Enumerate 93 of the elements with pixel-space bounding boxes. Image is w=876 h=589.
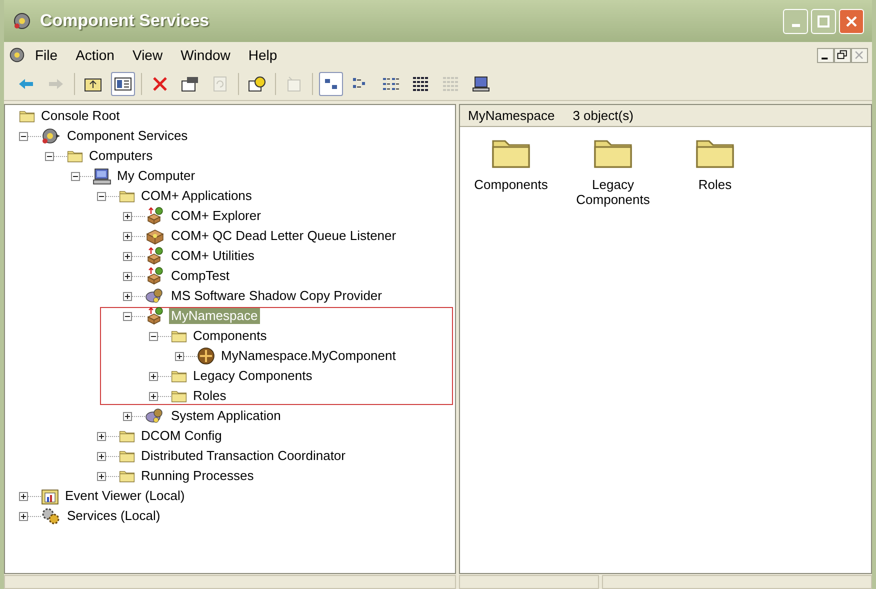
tree-item[interactable]: Running Processes (139, 468, 256, 484)
expand-icon[interactable] (123, 292, 132, 300)
tree-item[interactable]: COM+ Utilities (169, 248, 256, 264)
tree-item[interactable]: CompTest (169, 268, 232, 284)
package-icon (145, 207, 165, 225)
tree-item[interactable]: Services (Local) (65, 508, 162, 524)
gear-package-icon (145, 407, 165, 425)
collapse-icon[interactable] (149, 332, 158, 340)
tree-item[interactable]: Computers (87, 148, 155, 164)
tree-item[interactable]: Event Viewer (Local) (63, 488, 187, 504)
expand-icon[interactable] (123, 232, 132, 240)
help-icon (248, 76, 266, 92)
tree-item[interactable]: MS Software Shadow Copy Provider (169, 288, 384, 304)
expand-icon[interactable] (149, 392, 158, 400)
object-count: 3 object(s) (572, 106, 634, 125)
expand-icon[interactable] (123, 252, 132, 260)
details-view-icon (412, 76, 430, 92)
expand-icon[interactable] (149, 372, 158, 380)
expand-icon[interactable] (97, 452, 106, 460)
expand-icon[interactable] (123, 412, 132, 420)
package-icon (145, 307, 165, 325)
collapse-icon[interactable] (97, 192, 106, 200)
computer-icon (472, 76, 490, 92)
menu-item[interactable]: Help (239, 44, 286, 66)
folder-up-icon (84, 76, 102, 92)
gears-icon (41, 507, 61, 525)
tree-item[interactable]: My Computer (115, 168, 198, 184)
tree-item[interactable]: Console Root (39, 108, 122, 124)
maximize-icon (817, 14, 830, 28)
package-icon (145, 227, 165, 245)
folder-icon (119, 429, 135, 443)
details-view-icon (442, 76, 460, 92)
tree-item[interactable]: COM+ Applications (139, 188, 254, 204)
toolbar-button[interactable] (111, 72, 135, 96)
menu-item[interactable]: File (26, 44, 67, 66)
new-item-icon (285, 76, 303, 92)
minimize-icon[interactable] (817, 48, 834, 62)
delete-x-icon (151, 76, 169, 92)
tree-item[interactable]: Distributed Transaction Coordinator (139, 448, 348, 464)
close-icon (845, 14, 858, 28)
component-ball-icon (197, 347, 215, 365)
tree-item[interactable]: Components (191, 328, 269, 344)
list-view-icon (382, 76, 400, 92)
tree-item[interactable]: Component Services (65, 128, 190, 144)
app-icon (12, 12, 32, 30)
globe-icon (41, 128, 61, 144)
details-title: MyNamespace (468, 106, 555, 125)
folder-icon (171, 329, 187, 343)
collapse-icon[interactable] (123, 312, 132, 320)
tree-item[interactable]: Roles (191, 388, 228, 404)
expand-icon[interactable] (175, 352, 184, 360)
toolbar-button[interactable] (319, 72, 343, 96)
folder-label[interactable]: Legacy Components (568, 177, 658, 207)
tree-item[interactable]: System Application (169, 408, 283, 424)
expand-icon[interactable] (97, 432, 106, 440)
menu-item[interactable]: Action (66, 44, 124, 66)
collapse-icon[interactable] (19, 132, 28, 140)
menu-item[interactable]: View (123, 44, 172, 66)
folder-icon (119, 449, 135, 463)
expand-icon[interactable] (19, 512, 28, 520)
pane-icon (114, 76, 132, 92)
package-icon (145, 247, 165, 265)
restore-icon[interactable] (834, 48, 851, 62)
folder-icon (171, 389, 187, 403)
collapse-icon[interactable] (71, 172, 80, 180)
app-icon (8, 47, 26, 63)
tree-item[interactable]: DCOM Config (139, 428, 224, 444)
folder-label[interactable]: Components (474, 177, 548, 192)
folder-icon (67, 149, 83, 163)
folder-icon (119, 469, 135, 483)
chart-window-icon (41, 488, 59, 504)
expand-icon[interactable] (97, 472, 106, 480)
menu-item[interactable]: Window (172, 44, 240, 66)
tree-item[interactable]: MyNamespace.MyComponent (219, 348, 398, 364)
folder-icon (19, 109, 35, 123)
expand-icon[interactable] (123, 272, 132, 280)
collapse-icon[interactable] (45, 152, 54, 160)
tree-item[interactable]: Legacy Components (191, 368, 314, 384)
gear-package-icon (145, 287, 165, 305)
computer-icon (93, 168, 111, 184)
minimize-icon (792, 24, 800, 26)
properties-icon (181, 76, 199, 92)
window-title: Component Services (40, 10, 210, 32)
tree-item[interactable]: COM+ QC Dead Letter Queue Listener (169, 228, 398, 244)
tree-item[interactable]: COM+ Explorer (169, 208, 263, 224)
package-icon (145, 267, 165, 285)
expand-icon[interactable] (123, 212, 132, 220)
folder-icon (119, 189, 135, 203)
folder-label[interactable]: Roles (698, 177, 732, 192)
folder-icon (171, 369, 187, 383)
expand-icon[interactable] (19, 492, 28, 500)
refresh-icon (211, 76, 229, 92)
close-button[interactable] (839, 8, 864, 34)
